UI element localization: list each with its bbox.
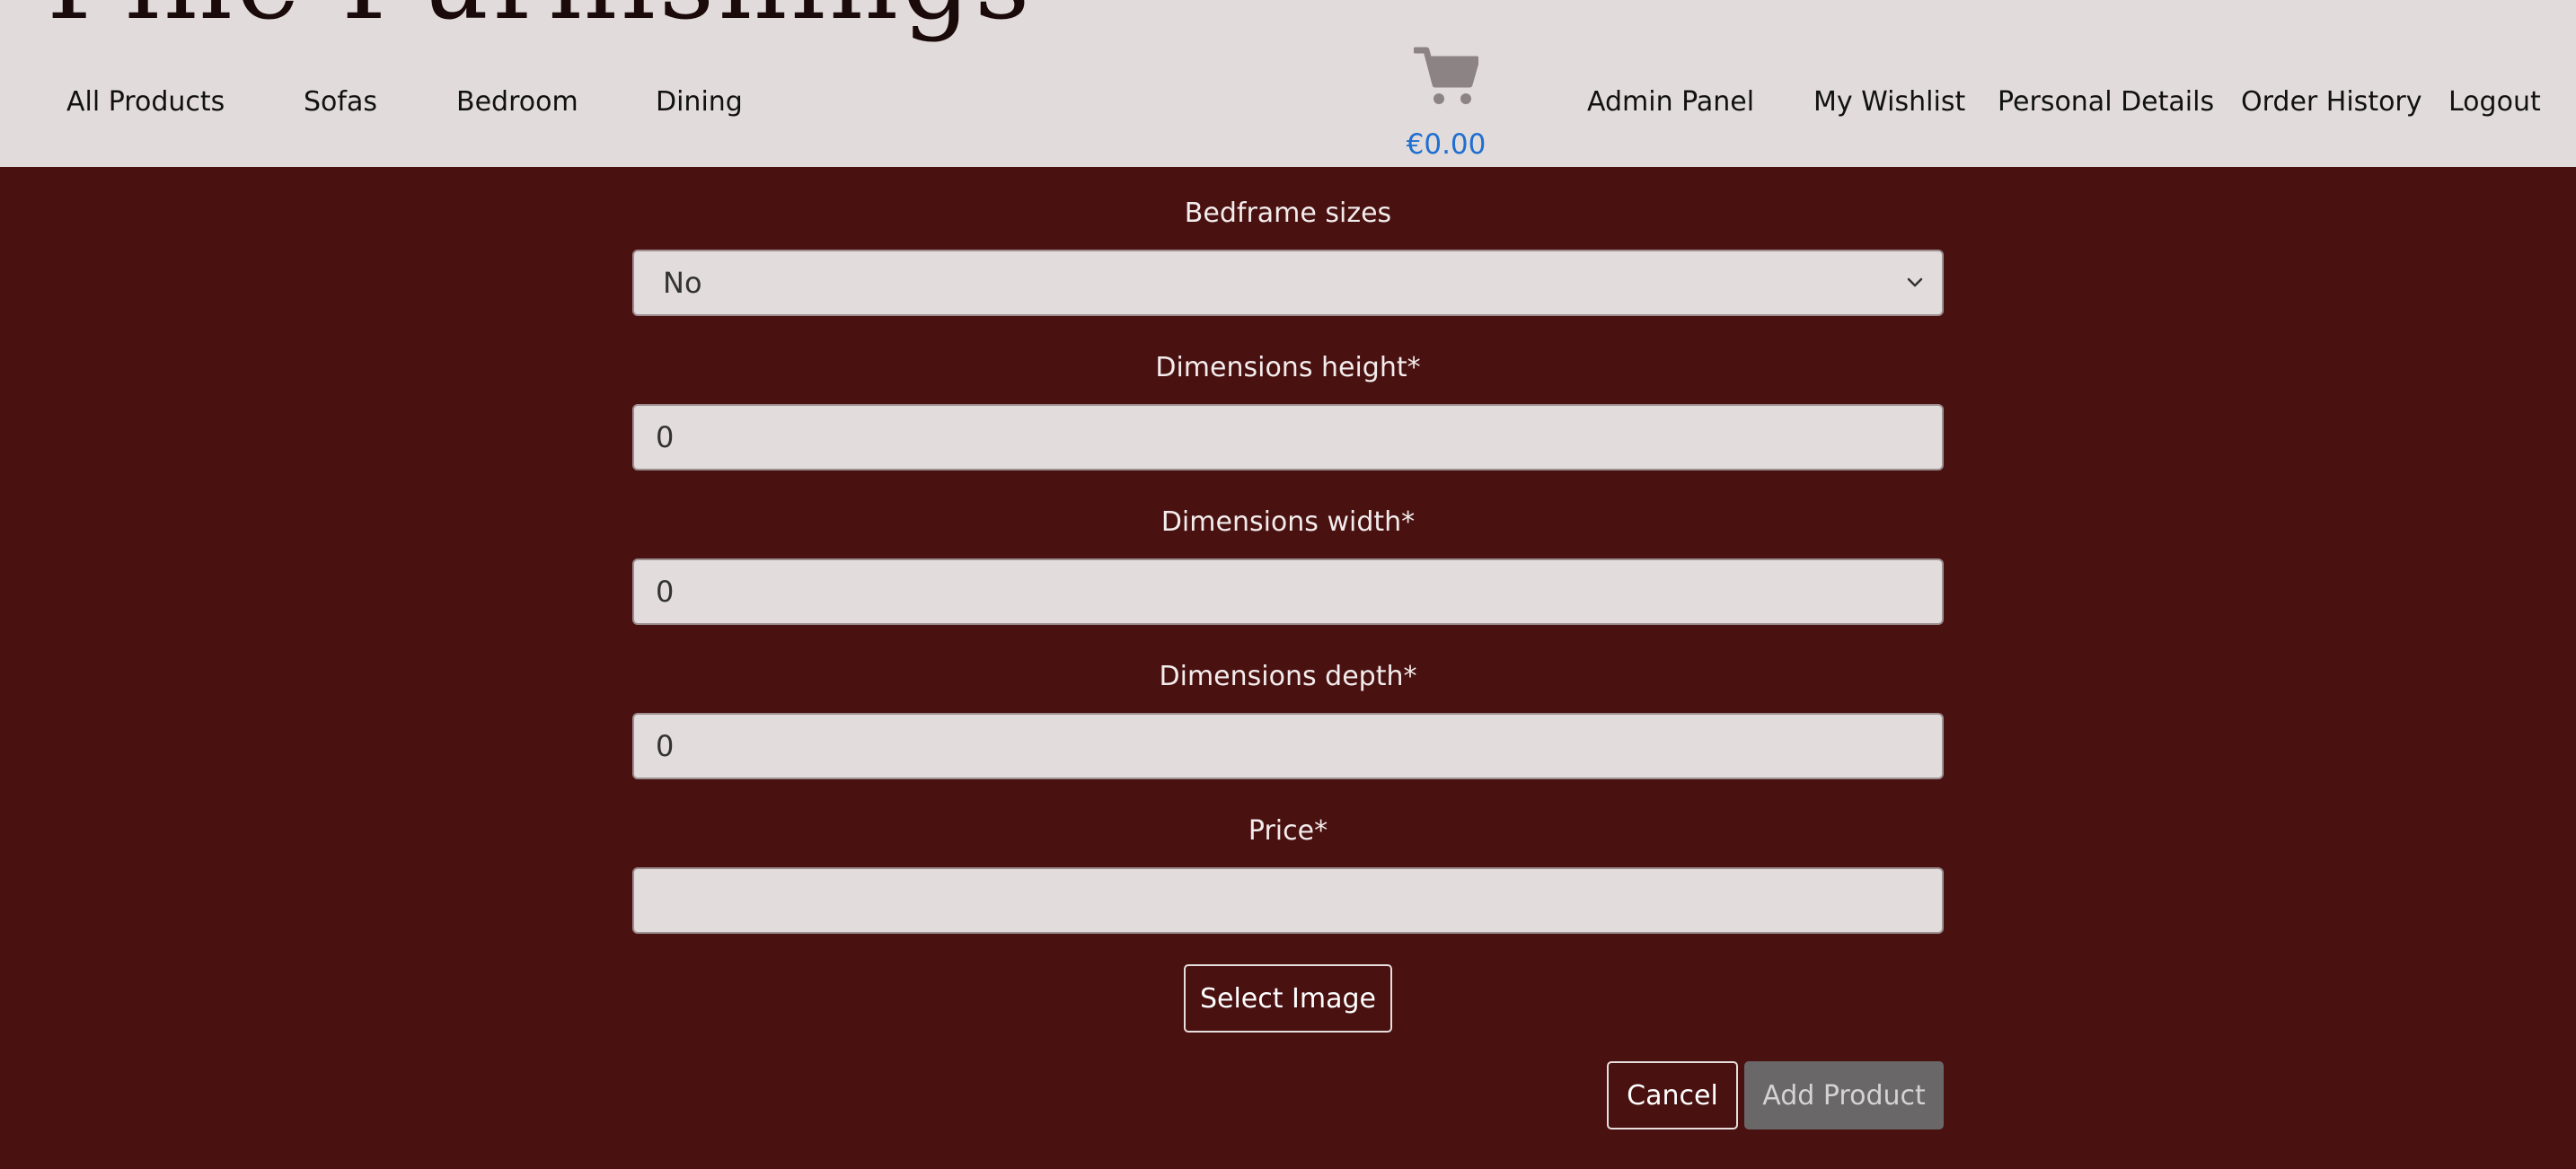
cart-button[interactable]: €0.00 <box>1374 45 1518 167</box>
site-header: Fine Furnishings All Products Sofas Bedr… <box>0 0 2576 167</box>
bedframe-sizes-select[interactable]: No <box>632 250 1944 316</box>
dimensions-depth-input[interactable] <box>632 713 1944 779</box>
shopping-cart-icon <box>1414 47 1478 104</box>
nav-personal-details[interactable]: Personal Details <box>1998 86 2214 118</box>
price-label: Price* <box>1248 815 1328 847</box>
select-image-button[interactable]: Select Image <box>1184 964 1392 1033</box>
cancel-button[interactable]: Cancel <box>1607 1061 1738 1129</box>
chevron-down-icon <box>1907 277 1923 287</box>
nav-dining[interactable]: Dining <box>656 86 743 118</box>
dimensions-height-label: Dimensions height* <box>1155 352 1421 383</box>
nav-order-history[interactable]: Order History <box>2241 86 2422 118</box>
nav-sofas[interactable]: Sofas <box>304 86 377 118</box>
nav-my-wishlist[interactable]: My Wishlist <box>1813 86 1965 118</box>
nav-bedroom[interactable]: Bedroom <box>456 86 578 118</box>
dimensions-height-input[interactable] <box>632 404 1944 470</box>
dimensions-width-input[interactable] <box>632 558 1944 625</box>
brand-logo[interactable]: Fine Furnishings <box>47 0 1034 36</box>
price-input[interactable] <box>632 867 1944 934</box>
nav-all-products[interactable]: All Products <box>66 86 225 118</box>
cart-total: €0.00 <box>1406 128 1486 161</box>
nav-admin-panel[interactable]: Admin Panel <box>1587 86 1754 118</box>
dimensions-depth-label: Dimensions depth* <box>1159 661 1417 692</box>
bedframe-sizes-value: No <box>663 266 702 300</box>
nav-logout[interactable]: Logout <box>2448 86 2541 118</box>
dimensions-width-label: Dimensions width* <box>1160 506 1416 538</box>
bedframe-sizes-label: Bedframe sizes <box>1184 198 1392 229</box>
add-product-button[interactable]: Add Product <box>1744 1061 1944 1129</box>
